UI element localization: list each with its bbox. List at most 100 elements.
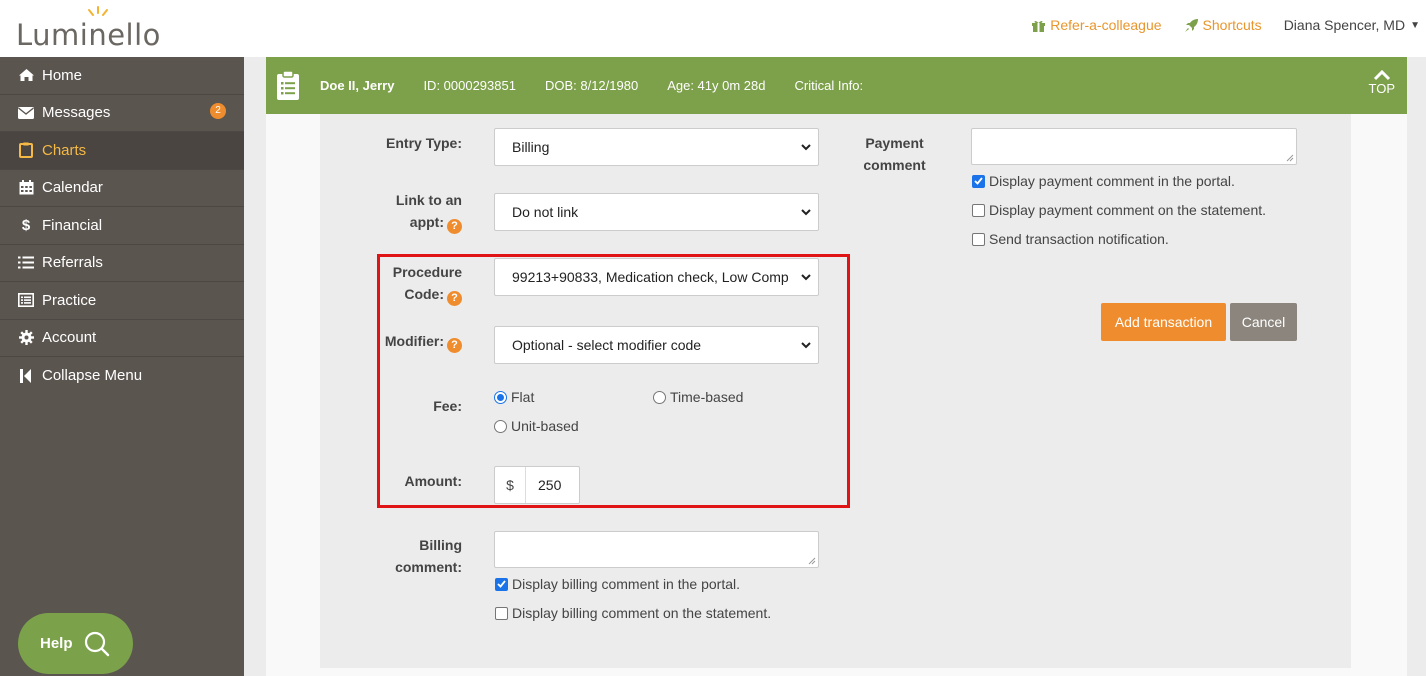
- checkbox-label: Display payment comment in the portal.: [989, 173, 1235, 189]
- help-label: Help: [40, 635, 73, 652]
- question-icon[interactable]: ?: [447, 290, 462, 306]
- fee-label: Fee:: [433, 398, 462, 414]
- procedure-code-label-line1: Procedure: [392, 264, 462, 280]
- billing-comment-textarea[interactable]: [494, 531, 819, 568]
- modifier-label-text: Modifier:: [384, 333, 444, 349]
- patient-id: ID: 0000293851: [423, 78, 516, 93]
- checkbox-checked-icon: [495, 577, 508, 591]
- fee-time-based-radio[interactable]: Time-based: [653, 389, 743, 405]
- procedure-code-select[interactable]: 99213+90833, Medication check, Low Comp: [494, 258, 819, 296]
- sidebar-item-label: Charts: [42, 141, 87, 159]
- transaction-form: [320, 114, 1351, 668]
- sidebar-item-charts[interactable]: Charts: [0, 132, 244, 170]
- radio-selected-icon: [494, 390, 507, 404]
- sidebar-item-financial[interactable]: $ Financial: [0, 207, 244, 245]
- checkbox-checked-icon: [972, 174, 985, 188]
- sidebar-item-messages[interactable]: Messages 2: [0, 95, 244, 132]
- modifier-select[interactable]: Optional - select modifier code: [494, 326, 819, 364]
- help-button[interactable]: Help: [18, 613, 133, 674]
- amount-input[interactable]: $ 250: [494, 466, 580, 504]
- checkbox-label: Display billing comment on the statement…: [512, 605, 772, 621]
- radio-icon: [653, 390, 666, 404]
- link-appt-value: Do not link: [512, 204, 579, 220]
- sidebar-item-referrals[interactable]: Referrals: [0, 245, 244, 282]
- payment-portal-checkbox[interactable]: Display payment comment in the portal.: [972, 173, 1235, 189]
- fee-option-label: Time-based: [670, 389, 744, 405]
- payment-comment-label-line1: Payment: [865, 135, 924, 151]
- radio-icon: [494, 419, 507, 433]
- procedure-code-value: 99213+90833, Medication check, Low Comp: [512, 269, 789, 285]
- envelope-icon: [17, 105, 35, 121]
- practice-icon: [17, 292, 35, 308]
- send-notification-checkbox[interactable]: Send transaction notification.: [972, 231, 1169, 247]
- entry-type-value: Billing: [512, 139, 550, 155]
- refer-a-colleague-link[interactable]: Refer-a-colleague: [1031, 17, 1162, 33]
- patient-dob: DOB: 8/12/1980: [544, 78, 639, 93]
- patient-name[interactable]: Doe II, Jerry: [320, 78, 394, 93]
- shortcuts-label: Shortcuts: [1202, 17, 1262, 33]
- question-icon[interactable]: ?: [447, 337, 462, 353]
- payment-statement-checkbox[interactable]: Display payment comment on the statement…: [972, 202, 1266, 218]
- link-appt-label: Link to an appt:?: [362, 189, 462, 234]
- billing-comment-label: Billing comment:: [362, 534, 462, 578]
- user-name: Diana Spencer, MD: [1283, 17, 1406, 33]
- add-transaction-button[interactable]: Add transaction: [1101, 303, 1226, 341]
- sidebar-item-calendar[interactable]: Calendar: [0, 170, 244, 207]
- top-bar: Luminello Refer-a-colleague Shortcuts Di…: [0, 0, 1426, 57]
- fee-option-label: Flat: [511, 389, 535, 405]
- sidebar-item-label: Practice: [42, 291, 97, 309]
- payment-comment-textarea[interactable]: [971, 128, 1297, 165]
- link-appt-select[interactable]: Do not link: [494, 193, 819, 231]
- billing-portal-checkbox[interactable]: Display billing comment in the portal.: [495, 576, 740, 592]
- checkbox-icon: [972, 232, 985, 246]
- checkbox-label: Display payment comment on the statement…: [989, 202, 1267, 218]
- clipboard-icon: [17, 142, 35, 159]
- amount-label: Amount:: [404, 473, 462, 489]
- entry-type-select[interactable]: Billing: [494, 128, 819, 166]
- rocket-icon: [1184, 18, 1198, 32]
- dollar-icon: $: [21, 216, 31, 234]
- collapse-icon: [17, 368, 35, 384]
- patient-header: Doe II, Jerry ID: 0000293851 DOB: 8/12/1…: [266, 57, 1407, 114]
- gear-icon: [17, 330, 35, 346]
- amount-value: 250: [538, 477, 562, 493]
- cancel-button[interactable]: Cancel: [1230, 303, 1297, 341]
- sidebar-item-collapse-menu[interactable]: Collapse Menu: [0, 357, 244, 395]
- sidebar-item-label: Collapse Menu: [42, 367, 143, 385]
- fee-flat-radio[interactable]: Flat: [494, 389, 534, 405]
- sidebar: Home Messages 2 Charts Calendar $ Financ…: [0, 57, 244, 676]
- procedure-code-label-line2: Code:: [404, 286, 444, 302]
- sidebar-item-account[interactable]: Account: [0, 320, 244, 357]
- logo[interactable]: Luminello: [16, 6, 161, 52]
- top-label: TOP: [1368, 81, 1396, 96]
- chevron-down-icon: [801, 144, 811, 151]
- shortcuts-link[interactable]: Shortcuts: [1184, 17, 1262, 33]
- refer-label: Refer-a-colleague: [1050, 17, 1162, 33]
- sidebar-item-label: Financial: [42, 216, 103, 234]
- fee-unit-based-radio[interactable]: Unit-based: [494, 418, 579, 434]
- sidebar-item-label: Referrals: [42, 254, 103, 272]
- checkbox-label: Display billing comment in the portal.: [512, 576, 740, 592]
- caret-down-icon: ▼: [1410, 19, 1420, 31]
- clipboard-list-icon: [277, 70, 299, 100]
- home-icon: [17, 67, 35, 83]
- sidebar-item-practice[interactable]: Practice: [0, 282, 244, 320]
- currency-addon: $: [495, 467, 526, 503]
- billing-statement-checkbox[interactable]: Display billing comment on the statement…: [495, 605, 771, 621]
- sidebar-item-home[interactable]: Home: [0, 57, 244, 95]
- user-menu[interactable]: Diana Spencer, MD ▼: [1284, 17, 1420, 33]
- sidebar-item-label: Calendar: [42, 179, 103, 197]
- scroll-top-button[interactable]: TOP: [1368, 69, 1396, 96]
- patient-critical-info: Critical Info:: [794, 78, 864, 93]
- sidebar-item-label: Messages: [42, 104, 111, 122]
- logo-text: Luminello: [16, 18, 161, 52]
- help-search-icon: [84, 631, 109, 656]
- chevron-down-icon: [801, 274, 811, 281]
- patient-age: Age: 41y 0m 28d: [667, 78, 766, 93]
- link-appt-label-line2: appt:: [409, 214, 444, 230]
- payment-comment-label-line2: comment: [863, 157, 926, 173]
- modifier-value: Optional - select modifier code: [512, 337, 702, 353]
- checkbox-label: Send transaction notification.: [989, 231, 1169, 247]
- chevron-down-icon: [801, 342, 811, 349]
- question-icon[interactable]: ?: [447, 218, 462, 234]
